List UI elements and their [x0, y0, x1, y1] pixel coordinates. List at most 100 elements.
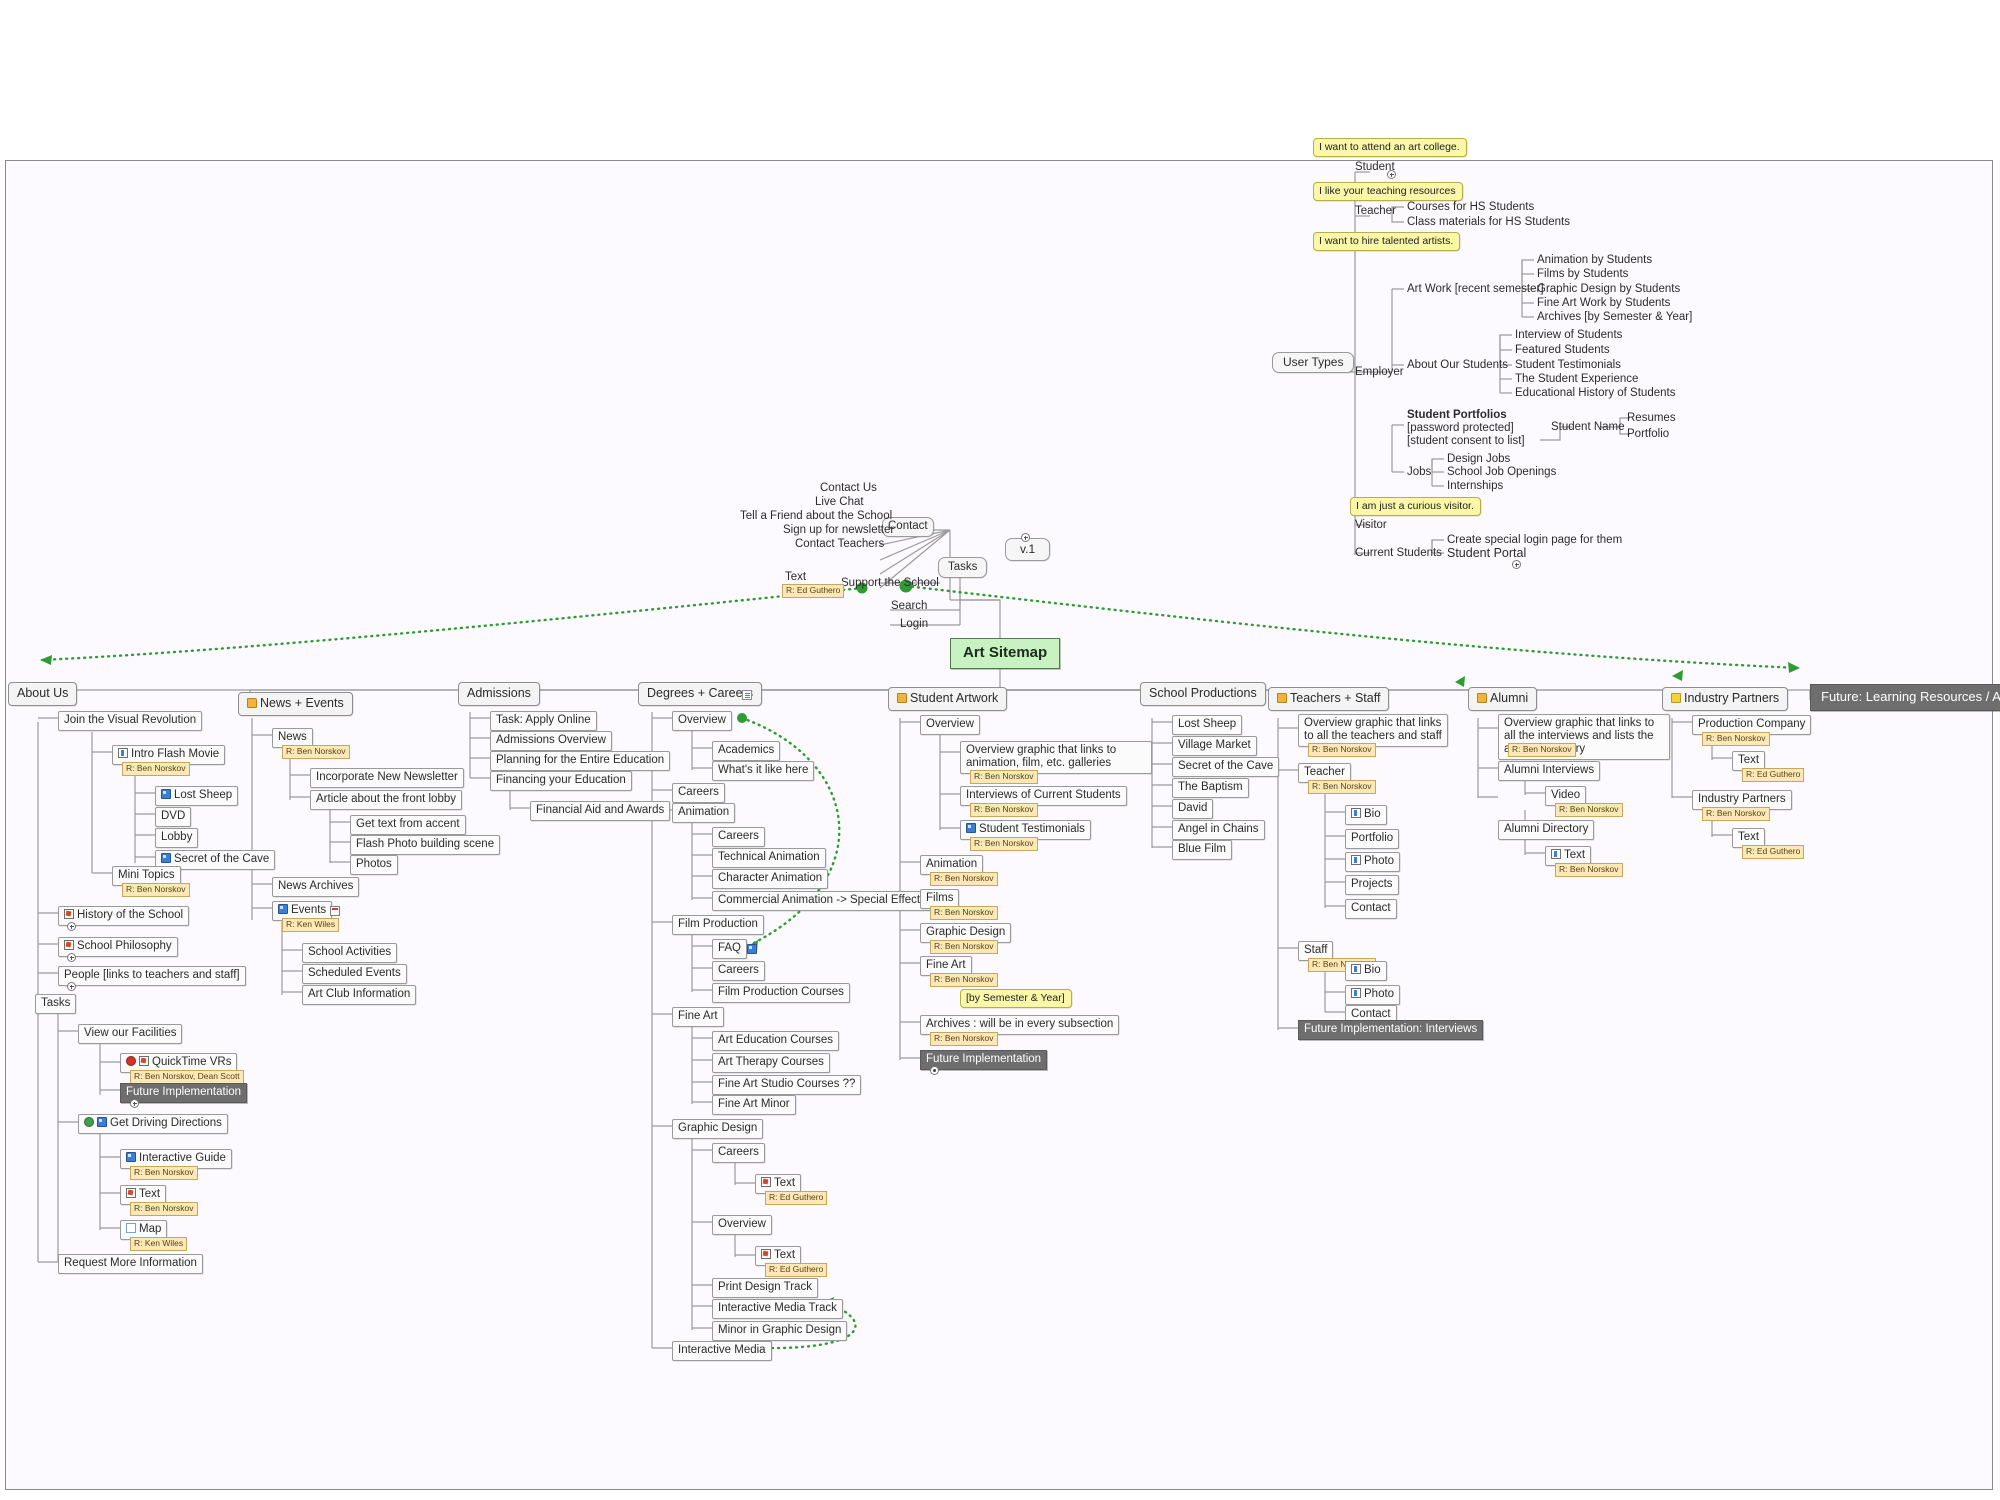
tasks-child-2[interactable]: Login [897, 617, 931, 632]
degrees-careers[interactable]: Careers [672, 783, 725, 803]
gd-interactive-media-track[interactable]: Interactive Media Track [712, 1299, 843, 1319]
degrees-animation[interactable]: Animation [672, 803, 736, 823]
news-archives[interactable]: News Archives [272, 877, 360, 897]
fineart-studio-courses[interactable]: Fine Art Studio Courses ?? [712, 1075, 862, 1095]
production-the-baptism[interactable]: The Baptism [1172, 778, 1249, 798]
alumni-interviews[interactable]: Alumni Interviews [1498, 761, 1601, 781]
branch-news-events[interactable]: News + Events [238, 692, 353, 716]
fineart-minor[interactable]: Fine Art Minor [712, 1095, 796, 1115]
teacher-child-0[interactable]: Courses for HS Students [1404, 200, 1537, 215]
teacher-contact[interactable]: Contact [1345, 899, 1397, 919]
expand-icon[interactable] [67, 922, 76, 931]
degrees-overview[interactable]: Overview [672, 711, 732, 731]
teacher-child-1[interactable]: Class materials for HS Students [1404, 215, 1573, 230]
user-types-node[interactable]: User Types [1272, 352, 1355, 373]
branch-industry-partners[interactable]: Industry Partners [1662, 687, 1789, 711]
animation-careers[interactable]: Careers [712, 827, 765, 847]
future-node[interactable]: Future: Learning Resources / Art Forum [1810, 684, 2000, 711]
news-article-front-lobby[interactable]: Article about the front lobby [310, 790, 462, 810]
artwork-child-4[interactable]: Archives [by Semester & Year] [1534, 310, 1695, 325]
about-students-child-0[interactable]: Interview of Students [1512, 328, 1625, 343]
portfolios-portfolio[interactable]: Portfolio [1624, 427, 1672, 442]
film-careers[interactable]: Careers [712, 961, 765, 981]
about-students-child-1[interactable]: Featured Students [1512, 343, 1613, 358]
fineart-art-therapy[interactable]: Art Therapy Courses [712, 1053, 830, 1073]
employer-group-artwork[interactable]: Art Work [recent semester] [1404, 282, 1547, 297]
news-get-text-from-accent[interactable]: Get text from accent [350, 815, 466, 835]
about-tasks[interactable]: Tasks [35, 994, 77, 1014]
fineart-art-education[interactable]: Art Education Courses [712, 1031, 840, 1051]
gd-minor[interactable]: Minor in Graphic Design [712, 1321, 848, 1341]
artwork-child-3[interactable]: Fine Art Work by Students [1534, 296, 1673, 311]
contact-child-0[interactable]: Contact Us [817, 481, 880, 496]
about-school-philosophy[interactable]: School Philosophy [58, 937, 178, 957]
about-students-child-3[interactable]: The Student Experience [1512, 372, 1641, 387]
teacher-portfolio[interactable]: Portfolio [1345, 829, 1400, 849]
news-scheduled-events[interactable]: Scheduled Events [302, 964, 407, 984]
student-expand-icon[interactable] [1387, 170, 1396, 179]
about-dvd[interactable]: DVD [155, 807, 192, 827]
branch-alumni[interactable]: Alumni [1468, 687, 1538, 711]
about-view-facilities[interactable]: View our Facilities [78, 1024, 183, 1044]
production-angel-in-chains[interactable]: Angel in Chains [1172, 820, 1265, 840]
gd-overview[interactable]: Overview [712, 1215, 772, 1235]
about-get-driving-directions[interactable]: Get Driving Directions [78, 1114, 228, 1134]
expand-icon[interactable] [930, 1066, 939, 1075]
contact-child-3[interactable]: Sign up for newsletter [780, 523, 897, 538]
gd-careers[interactable]: Careers [712, 1143, 765, 1163]
artwork-child-2[interactable]: Graphic Design by Students [1534, 282, 1683, 297]
animation-commercial[interactable]: Commercial Animation -> Special Effects [712, 891, 932, 911]
staff-photo[interactable]: Photo [1345, 985, 1401, 1005]
teacher-photo[interactable]: Photo [1345, 852, 1401, 872]
tasks-node[interactable]: Tasks [938, 557, 988, 578]
expand-icon[interactable] [130, 1099, 139, 1108]
admissions-apply-online[interactable]: Task: Apply Online [490, 711, 597, 731]
branch-school-productions[interactable]: School Productions [1140, 682, 1266, 706]
about-people[interactable]: People [links to teachers and staff] [58, 966, 246, 986]
about-lost-sheep[interactable]: Lost Sheep [155, 786, 239, 806]
alumni-directory[interactable]: Alumni Directory [1498, 820, 1595, 840]
animation-character[interactable]: Character Animation [712, 869, 829, 889]
branch-about-us[interactable]: About Us [8, 682, 78, 706]
branch-student-artwork[interactable]: Student Artwork [888, 687, 1008, 711]
about-lobby[interactable]: Lobby [155, 828, 199, 848]
news-art-club-info[interactable]: Art Club Information [302, 985, 417, 1005]
about-students-child-2[interactable]: Student Testimonials [1512, 358, 1624, 373]
tasks-child-1[interactable]: Search [888, 599, 930, 614]
role-current-students[interactable]: Current Students [1352, 546, 1445, 561]
news-photos[interactable]: Photos [350, 855, 398, 875]
employer-group-portfolios[interactable]: Student Portfolios [password protected] … [1404, 408, 1534, 449]
teachers-future-interviews[interactable]: Future Implementation: Interviews [1298, 1020, 1484, 1040]
student-portal-node[interactable]: Student Portal [1444, 546, 1529, 561]
news-school-activities[interactable]: School Activities [302, 943, 398, 963]
contact-child-4[interactable]: Contact Teachers [792, 537, 887, 552]
about-join-revolution[interactable]: Join the Visual Revolution [58, 711, 203, 731]
root-node[interactable]: Art Sitemap [950, 638, 1061, 669]
role-teacher[interactable]: Teacher [1352, 204, 1399, 219]
degrees-film-production[interactable]: Film Production [672, 915, 764, 935]
production-blue-film[interactable]: Blue Film [1172, 840, 1232, 860]
artwork-child-1[interactable]: Films by Students [1534, 267, 1631, 282]
expand-icon[interactable] [67, 953, 76, 962]
about-future-implementation[interactable]: Future Implementation [120, 1083, 248, 1103]
jobs-child-2[interactable]: Internships [1444, 479, 1506, 494]
about-history-of-school[interactable]: History of the School [58, 906, 190, 926]
branch-teachers-staff[interactable]: Teachers + Staff [1268, 687, 1390, 711]
employer-group-jobs[interactable]: Jobs [1404, 465, 1434, 480]
portfolios-resumes[interactable]: Resumes [1624, 411, 1679, 426]
tasks-child-0[interactable]: Support the School [838, 576, 942, 591]
employer-group-about-students[interactable]: About Our Students [1404, 358, 1511, 373]
about-students-child-4[interactable]: Educational History of Students [1512, 386, 1678, 401]
degrees-whats-it-like[interactable]: What's it like here [712, 761, 815, 781]
production-lost-sheep[interactable]: Lost Sheep [1172, 715, 1243, 735]
branch-admissions[interactable]: Admissions [458, 682, 540, 706]
artwork-overview[interactable]: Overview [920, 715, 980, 735]
animation-technical[interactable]: Technical Animation [712, 848, 826, 868]
production-village-market[interactable]: Village Market [1172, 736, 1257, 756]
support-text-node[interactable]: Text [782, 570, 809, 585]
student-portal-expand-icon[interactable] [1512, 560, 1521, 569]
contact-child-1[interactable]: Live Chat [812, 495, 867, 510]
admissions-planning[interactable]: Planning for the Entire Education [490, 751, 671, 771]
film-production-courses[interactable]: Film Production Courses [712, 983, 850, 1003]
degrees-interactive-media[interactable]: Interactive Media [672, 1341, 772, 1361]
